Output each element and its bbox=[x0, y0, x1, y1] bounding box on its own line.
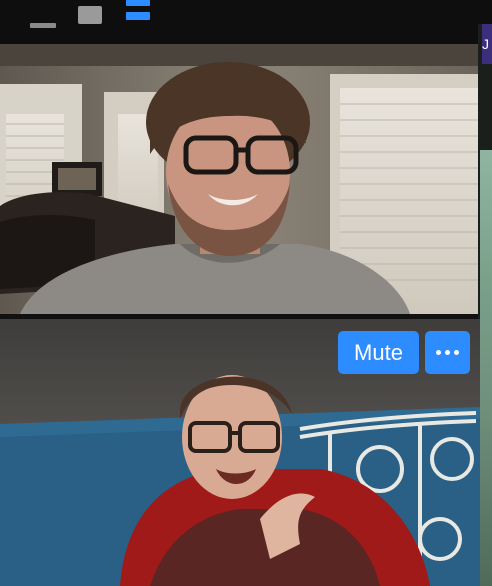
ellipsis-icon[interactable] bbox=[425, 331, 470, 374]
maximize-icon[interactable] bbox=[78, 6, 102, 24]
video-tile-1[interactable] bbox=[0, 44, 478, 314]
adjacent-window-tab[interactable]: J bbox=[482, 24, 492, 64]
window-toolbar bbox=[0, 0, 492, 44]
minimize-icon[interactable] bbox=[30, 12, 56, 28]
adjacent-window-background bbox=[480, 150, 492, 586]
participant-video-1 bbox=[0, 44, 478, 314]
grid-view-icon[interactable] bbox=[126, 0, 150, 24]
mute-button[interactable]: Mute bbox=[338, 331, 419, 374]
